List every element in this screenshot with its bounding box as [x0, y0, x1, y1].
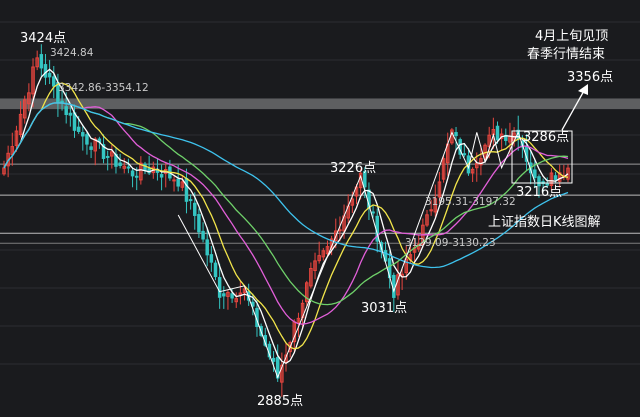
candle-body	[230, 293, 234, 299]
box-low-label: 3216点	[516, 185, 562, 200]
candle-body	[533, 169, 537, 179]
candle-body	[89, 146, 93, 150]
candle-body	[201, 230, 205, 240]
peak-label: 3424点	[20, 31, 66, 46]
candle-body	[76, 126, 81, 132]
chart-background	[0, 0, 640, 417]
candle-body	[159, 174, 164, 178]
resist-band-label: 3342.86-3354.12	[58, 82, 149, 94]
candle-body	[188, 199, 193, 202]
candle-body	[462, 153, 467, 156]
candle-body	[495, 125, 500, 141]
candle-body	[143, 163, 147, 172]
candle-body	[454, 132, 458, 137]
candle-body	[271, 357, 276, 362]
kline-chart: 3424点 3424.84 3342.86-3354.12 4月上旬见顶 春季行…	[0, 0, 640, 417]
candle-body	[43, 64, 48, 78]
candle-body	[64, 106, 68, 116]
candle-body	[85, 134, 89, 145]
gap2-label: 3129.09-3130.23	[405, 237, 496, 249]
candle-body	[52, 76, 56, 87]
candle-body	[217, 277, 222, 298]
candle-body	[176, 178, 180, 187]
low2-label: 2885点	[257, 394, 303, 409]
candle-body	[371, 211, 375, 214]
candle-body	[39, 54, 44, 69]
candle-body	[213, 262, 218, 278]
target-label: 3356点	[567, 70, 613, 85]
candle-body	[130, 170, 135, 177]
note-line2: 春季行情结束	[527, 47, 605, 62]
candle-body	[105, 155, 110, 158]
candle-body	[553, 175, 558, 180]
peak-exact-label: 3424.84	[50, 47, 94, 59]
candle-body	[205, 239, 209, 256]
candle-body	[184, 177, 189, 202]
candle-body	[118, 162, 122, 166]
candle-body	[134, 175, 139, 178]
candle-body	[68, 112, 73, 116]
candle-body	[209, 254, 214, 263]
candle-body	[222, 293, 226, 297]
note-line1: 4月上旬见顶	[535, 29, 608, 44]
candle-body	[172, 179, 176, 182]
candle-body	[193, 202, 197, 216]
gap1-label: 3195.31-3197.32	[425, 196, 516, 208]
candle-body	[197, 214, 201, 233]
low1-label: 3031点	[361, 301, 407, 316]
candle-body	[47, 72, 52, 78]
candle-body	[81, 132, 85, 137]
box-high-label: 3286点	[523, 130, 569, 145]
mid-high-label: 3226点	[330, 161, 376, 176]
chart-title: 上证指数日K线图解	[488, 215, 601, 230]
candle-body	[126, 166, 131, 169]
